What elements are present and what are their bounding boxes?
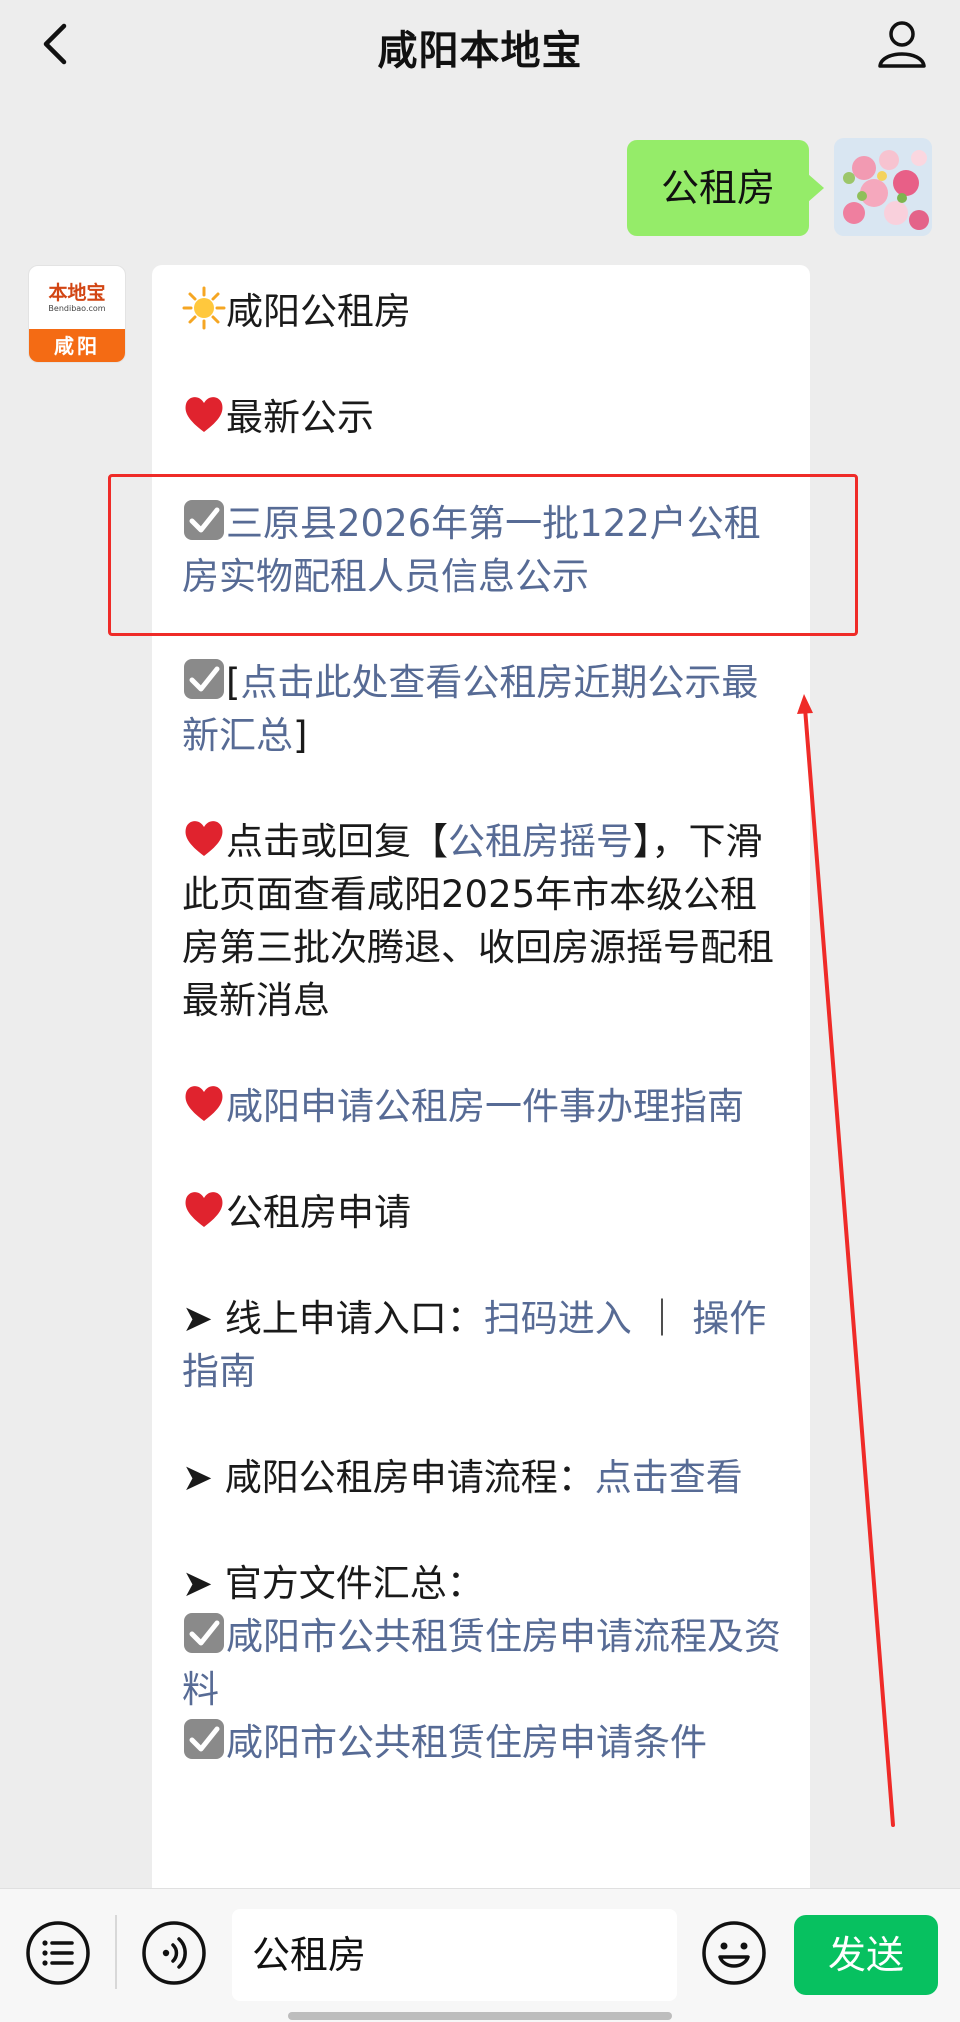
docs-section: ➤ 官方文件汇总： 咸阳市公共租赁住房申请流程及资料 咸阳市公共租赁住房申请条件 <box>182 1557 784 1769</box>
input-bar: 公租房 发送 <box>0 1888 960 2022</box>
doc-link-process[interactable]: 咸阳市公共租赁住房申请流程及资料 <box>182 1615 781 1711</box>
menu-list-icon[interactable] <box>24 1919 92 1987</box>
notice-line: 三原县2026年第一批122户公租房实物配租人员信息公示 <box>182 497 784 603</box>
heart-emoji-icon <box>185 397 223 432</box>
checkbox-emoji-icon <box>184 659 224 699</box>
lottery-prefix: 点击或回复【 <box>226 820 448 863</box>
avatar-logo-subtext: Bendibao.com <box>48 303 106 313</box>
scan-entry-link[interactable]: 扫码进入 <box>484 1297 632 1340</box>
avatar-logo: 本地宝 Bendibao.com <box>29 266 125 329</box>
message-title: 咸阳公租房 <box>226 290 411 333</box>
guide-line: 咸阳申请公租房一件事办理指南 <box>182 1080 784 1133</box>
avatar-city-label: 咸阳 <box>29 329 125 362</box>
summary-bracket-close: ] <box>293 714 308 757</box>
sun-emoji-icon <box>182 286 226 330</box>
doc-link-conditions[interactable]: 咸阳市公共租赁住房申请条件 <box>226 1721 707 1764</box>
profile-icon[interactable] <box>872 14 932 74</box>
online-apply-line: ➤ 线上申请入口：扫码进入 ｜ 操作指南 <box>182 1292 784 1398</box>
heart-emoji-icon <box>185 821 223 856</box>
chat-title: 咸阳本地宝 <box>377 28 583 74</box>
apply-line: 公租房申请 <box>182 1186 784 1239</box>
docs-label: ➤ 官方文件汇总： <box>182 1562 484 1605</box>
notice-link[interactable]: 三原县2026年第一批122户公租房实物配租人员信息公示 <box>182 502 761 598</box>
process-link[interactable]: 点击查看 <box>595 1456 743 1499</box>
lottery-link[interactable]: 公租房摇号 <box>448 820 633 863</box>
apply-label: 公租房申请 <box>226 1191 411 1234</box>
outgoing-message[interactable]: 公租房 <box>627 140 824 236</box>
latest-line: 最新公示 <box>182 391 784 444</box>
summary-link[interactable]: 点击此处查看公租房近期公示最新汇总 <box>182 661 758 757</box>
flower-photo-icon <box>834 138 932 236</box>
home-indicator <box>288 2012 672 2020</box>
latest-label: 最新公示 <box>226 396 374 439</box>
summary-line: [点击此处查看公租房近期公示最新汇总] <box>182 656 784 762</box>
official-account-avatar[interactable]: 本地宝 Bendibao.com 咸阳 <box>28 265 126 363</box>
summary-bracket-open: [ <box>226 661 241 704</box>
guide-link[interactable]: 咸阳申请公租房一件事办理指南 <box>226 1085 744 1128</box>
doc-item: 咸阳市公共租赁住房申请条件 <box>182 1716 784 1769</box>
doc-item: 咸阳市公共租赁住房申请流程及资料 <box>182 1610 784 1716</box>
heart-emoji-icon <box>185 1192 223 1227</box>
message-input[interactable]: 公租房 <box>232 1909 677 2001</box>
checkbox-emoji-icon <box>184 1613 224 1653</box>
online-apply-prefix: ➤ 线上申请入口： <box>182 1297 484 1340</box>
process-prefix: ➤ 咸阳公租房申请流程： <box>182 1456 595 1499</box>
process-line: ➤ 咸阳公租房申请流程：点击查看 <box>182 1451 784 1504</box>
checkbox-emoji-icon <box>184 1719 224 1759</box>
incoming-message: 咸阳公租房 最新公示 三原县2026年第一批122户公租房实物配租人员信息公示 … <box>152 265 810 1905</box>
message-title-line: 咸阳公租房 <box>182 285 784 338</box>
heart-emoji-icon <box>185 1086 223 1121</box>
user-avatar[interactable] <box>834 138 932 236</box>
emoji-icon[interactable] <box>700 1919 768 1987</box>
top-bar: 咸阳本地宝 <box>0 0 960 88</box>
send-button[interactable]: 发送 <box>794 1915 938 1995</box>
checkbox-emoji-icon <box>184 500 224 540</box>
chat-screen: 咸阳本地宝 公租房 本地宝 Bendibao.com 咸阳 咸阳公租房 最新公示… <box>0 0 960 2022</box>
lottery-line: 点击或回复【公租房摇号】，下滑此页面查看咸阳2025年市本级公租房第三批次腾退、… <box>182 815 784 1027</box>
voice-input-icon[interactable] <box>140 1919 208 1987</box>
bar-divider <box>115 1915 117 1989</box>
online-separator: ｜ <box>631 1297 693 1340</box>
avatar-logo-text: 本地宝 <box>48 281 106 304</box>
